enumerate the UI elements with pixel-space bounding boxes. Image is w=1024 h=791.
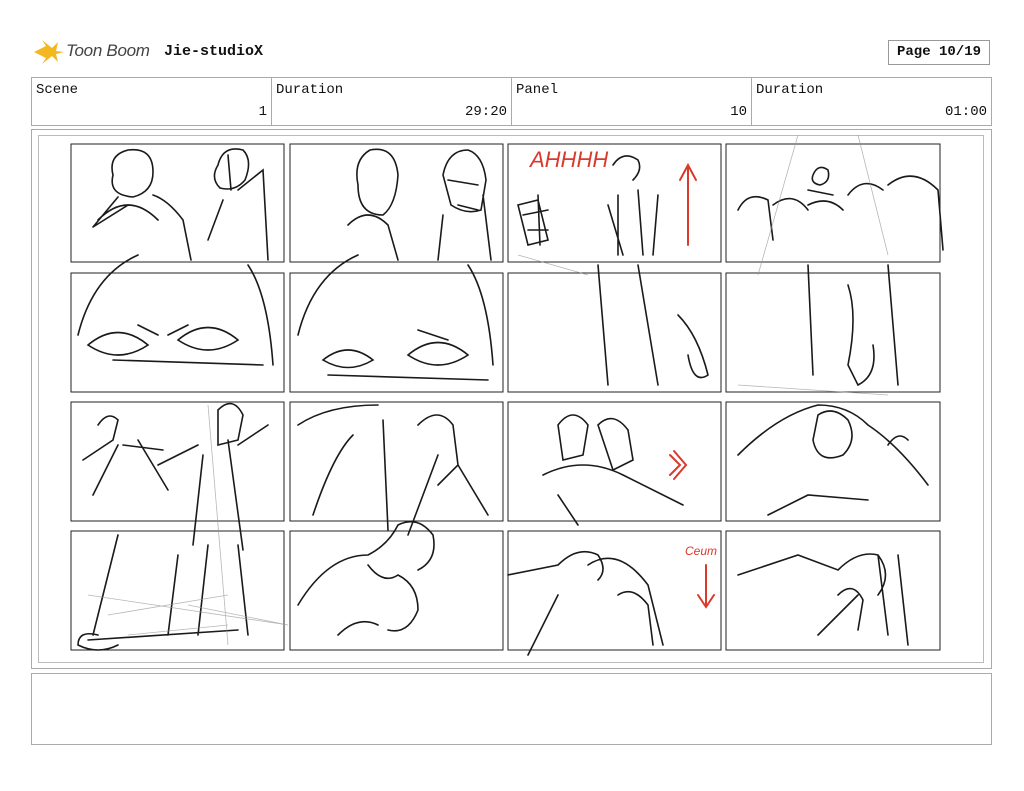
scene-value: 1 [258, 104, 267, 120]
panel-duration-value: 01:00 [944, 104, 987, 120]
thumb-frame-14 [289, 530, 504, 651]
storyboard-info-table: Scene 1 Duration 29:20 Panel 10 Duration… [31, 77, 992, 126]
thumb-frame-5 [70, 272, 285, 393]
panel-label: Panel [516, 82, 559, 98]
scene-duration-value: 29:20 [464, 104, 507, 120]
thumb-frame-10 [289, 401, 504, 522]
dialogue-notes-box[interactable] [31, 673, 992, 745]
panel-duration-cell: Duration 01:00 [752, 78, 991, 125]
thumb-frame-1 [70, 143, 285, 263]
panel-value: 10 [730, 104, 747, 120]
up-arrow-icon [679, 162, 697, 246]
scene-cell: Scene 1 [32, 78, 272, 125]
thumb-frame-8 [725, 272, 941, 393]
scene-duration-label: Duration [276, 82, 344, 98]
studio-name: Jie-studioX [164, 43, 264, 60]
thumb-frame-13 [70, 530, 285, 651]
sound-annotation: Ceum [685, 544, 717, 558]
down-arrow-icon [697, 564, 715, 609]
red-annotations [669, 162, 715, 609]
panel-duration-label: Duration [756, 82, 824, 98]
thumb-frame-16 [725, 530, 941, 651]
page-indicator: Page 10/19 [888, 40, 990, 65]
scream-annotation: AHHHH [528, 147, 608, 172]
brand-name: Toon Boom [66, 41, 150, 60]
scene-label: Scene [36, 82, 79, 98]
panel-cell: Panel 10 [512, 78, 752, 125]
scene-duration-cell: Duration 29:20 [272, 78, 512, 125]
thumb-frame-6 [289, 272, 504, 393]
right-chevron-icon [669, 450, 688, 480]
thumb-frame-7 [507, 272, 722, 393]
thumbnail-sketch-sheet: AHHHH Ceum [70, 135, 944, 656]
thumb-frame-2 [289, 143, 504, 263]
